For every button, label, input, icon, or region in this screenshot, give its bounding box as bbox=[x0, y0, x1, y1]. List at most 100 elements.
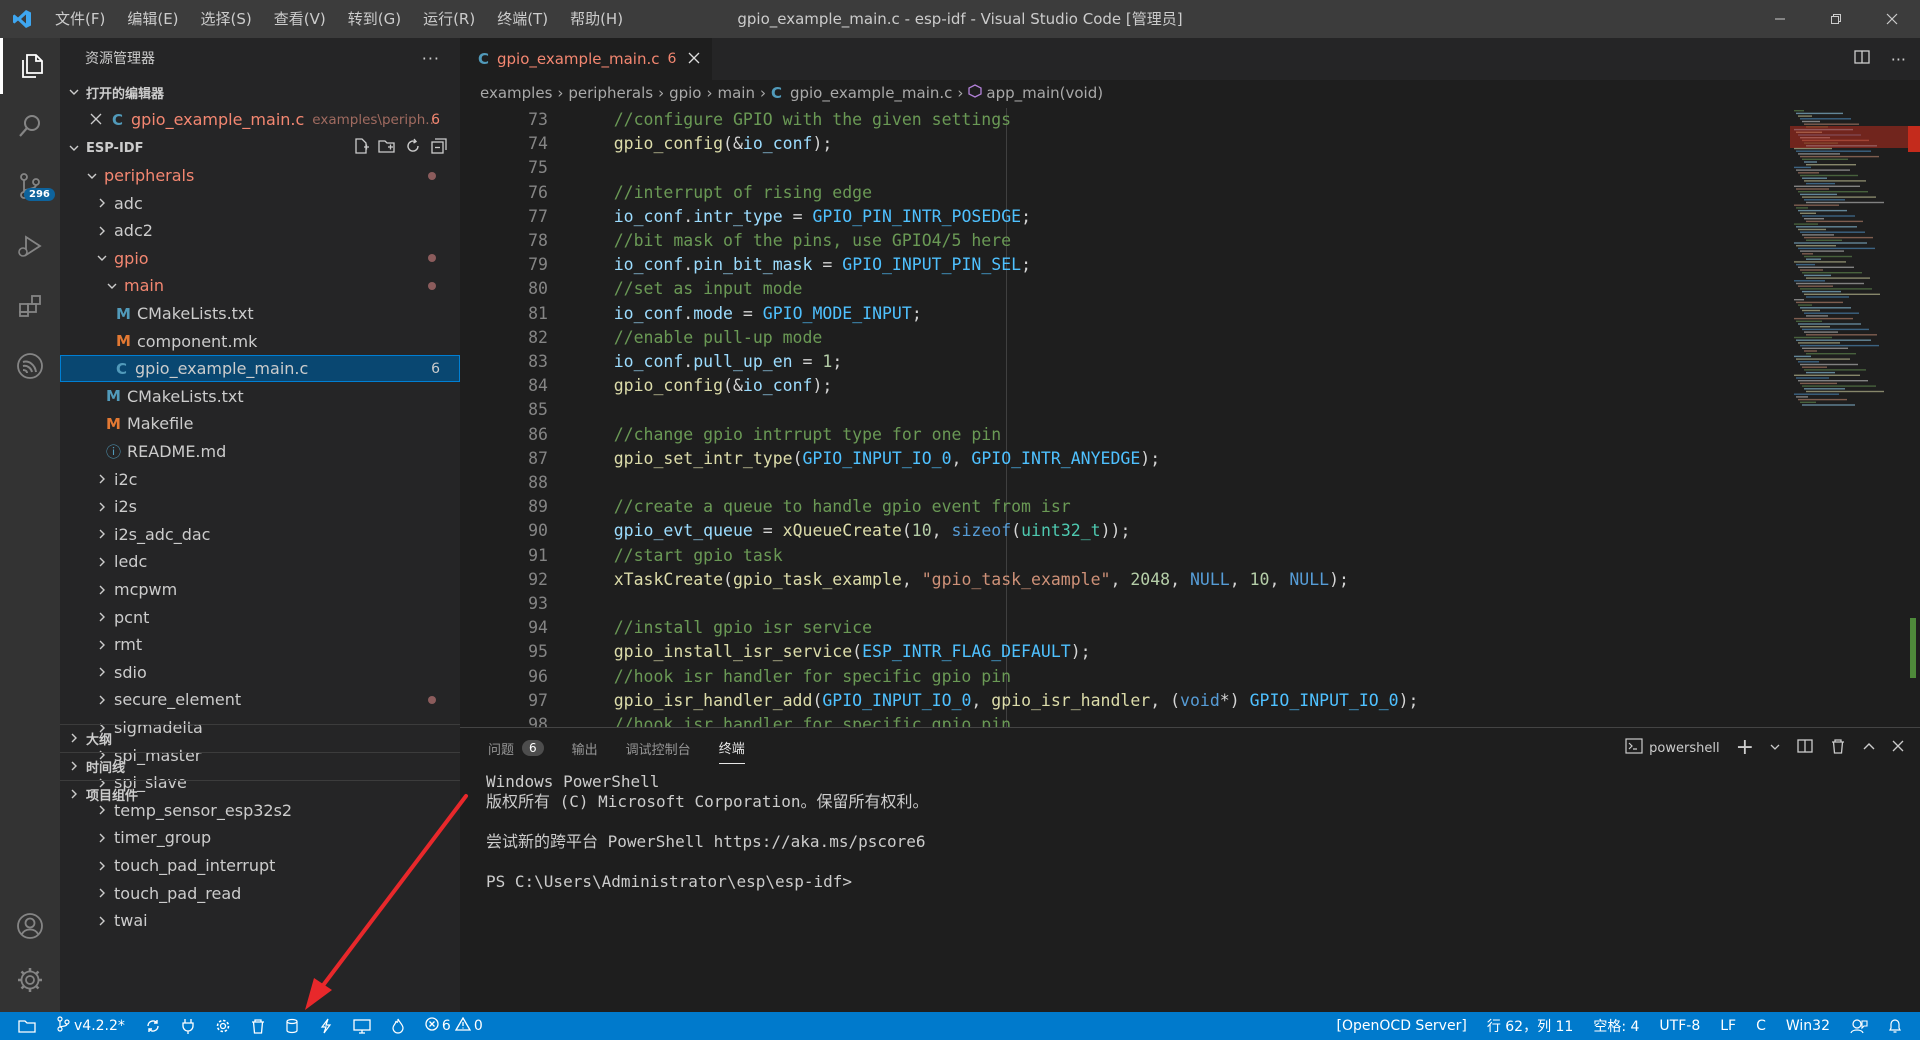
tree-item[interactable]: ledc bbox=[60, 548, 460, 575]
extensions-icon[interactable] bbox=[0, 278, 60, 334]
outline-section[interactable]: 大纲 bbox=[60, 724, 460, 752]
build-database-icon[interactable] bbox=[275, 1012, 309, 1040]
config-gear-icon[interactable] bbox=[205, 1012, 241, 1040]
menu-item-7[interactable]: 帮助(H) bbox=[559, 0, 634, 38]
full-clean-trash-icon[interactable] bbox=[241, 1012, 275, 1040]
feedback-icon[interactable] bbox=[1840, 1012, 1878, 1040]
cursor-position[interactable]: 行 62，列 11 bbox=[1477, 1012, 1584, 1040]
menu-item-4[interactable]: 转到(G) bbox=[337, 0, 412, 38]
tree-item[interactable]: ⓘ README.md bbox=[60, 438, 460, 465]
maximize-panel-icon[interactable] bbox=[1862, 739, 1876, 757]
account-icon[interactable] bbox=[0, 898, 60, 954]
menu-item-2[interactable]: 选择(S) bbox=[190, 0, 263, 38]
tree-item[interactable]: M CMakeLists.txt bbox=[60, 383, 460, 410]
tab-terminal[interactable]: 终端 bbox=[718, 738, 745, 764]
tree-item[interactable]: timer_group bbox=[60, 824, 460, 851]
refresh-icon[interactable] bbox=[404, 137, 422, 159]
close-panel-icon[interactable] bbox=[1892, 740, 1904, 756]
tree-item[interactable]: i2c bbox=[60, 466, 460, 493]
open-editors-section[interactable]: 打开的编辑器 bbox=[60, 78, 460, 106]
tree-item[interactable]: Mcomponent.mk bbox=[60, 328, 460, 355]
terminal-output[interactable]: Windows PowerShell 版权所有 (C) Microsoft Cor… bbox=[486, 772, 928, 892]
tree-item[interactable]: touch_pad_read bbox=[60, 880, 460, 907]
breadcrumb-item[interactable]: gpio_example_main.c bbox=[790, 84, 952, 102]
end-of-line[interactable]: LF bbox=[1710, 1012, 1746, 1040]
settings-gear-icon[interactable] bbox=[0, 952, 60, 1008]
tree-item[interactable]: M Makefile bbox=[60, 410, 460, 437]
restore-button[interactable] bbox=[1808, 0, 1864, 38]
tab-close-icon[interactable] bbox=[688, 50, 700, 68]
split-terminal-icon[interactable] bbox=[1796, 737, 1814, 759]
tree-item[interactable]: sdio bbox=[60, 659, 460, 686]
new-terminal-icon[interactable]: + bbox=[1736, 737, 1754, 759]
minimize-button[interactable] bbox=[1752, 0, 1808, 38]
language-mode[interactable]: C bbox=[1746, 1012, 1776, 1040]
tree-item[interactable]: touch_pad_interrupt bbox=[60, 852, 460, 879]
menu-item-0[interactable]: 文件(F) bbox=[44, 0, 116, 38]
breadcrumb-item[interactable]: gpio bbox=[669, 84, 701, 102]
breadcrumb-item[interactable]: app_main(void) bbox=[986, 84, 1103, 102]
source-control-icon[interactable]: 296 bbox=[0, 158, 60, 214]
tab-output[interactable]: 输出 bbox=[572, 739, 598, 758]
open-editor-item[interactable]: C gpio_example_main.c examples\periph...… bbox=[60, 106, 460, 133]
split-editor-icon[interactable] bbox=[1853, 48, 1871, 70]
project-components-section[interactable]: 项目组件 bbox=[60, 780, 460, 808]
minimap[interactable] bbox=[1790, 108, 1910, 438]
branch-indicator[interactable]: v4.2.2* bbox=[46, 1012, 135, 1040]
breadcrumb-item[interactable]: examples bbox=[480, 84, 552, 102]
new-file-icon[interactable] bbox=[352, 137, 370, 159]
tree-item[interactable]: secure_element bbox=[60, 686, 460, 713]
tree-item[interactable]: peripherals bbox=[60, 162, 460, 189]
problems-indicator[interactable]: 6 0 bbox=[415, 1012, 493, 1040]
tree-item[interactable]: pcnt bbox=[60, 604, 460, 631]
tree-item[interactable]: M CMakeLists.txt bbox=[60, 300, 460, 327]
menu-item-1[interactable]: 编辑(E) bbox=[116, 0, 189, 38]
breadcrumb-item[interactable]: peripherals bbox=[568, 84, 653, 102]
target-platform[interactable]: Win32 bbox=[1776, 1012, 1840, 1040]
notifications-bell-icon[interactable] bbox=[1878, 1012, 1920, 1040]
editor-scrollbar[interactable] bbox=[1906, 108, 1920, 727]
close-editor-icon[interactable] bbox=[90, 110, 102, 129]
build-flash-monitor-flame-icon[interactable] bbox=[381, 1012, 415, 1040]
code-view[interactable]: 73 //configure GPIO with the given setti… bbox=[460, 108, 1840, 727]
tree-item[interactable]: i2s_adc_dac bbox=[60, 521, 460, 548]
tree-item[interactable]: mcpwm bbox=[60, 576, 460, 603]
tree-item[interactable]: gpio bbox=[60, 245, 460, 272]
chevron-down-icon[interactable] bbox=[1770, 741, 1780, 756]
tree-item[interactable]: i2s bbox=[60, 493, 460, 520]
search-icon[interactable] bbox=[0, 98, 60, 154]
tab-problems[interactable]: 问题 6 bbox=[488, 739, 544, 758]
close-button[interactable] bbox=[1864, 0, 1920, 38]
more-actions-icon[interactable]: ··· bbox=[1891, 50, 1906, 69]
remote-icon[interactable] bbox=[0, 1012, 46, 1040]
workspace-root-section[interactable]: ESP-IDF bbox=[60, 134, 460, 162]
tab-debug-console[interactable]: 调试控制台 bbox=[626, 739, 691, 758]
run-debug-icon[interactable] bbox=[0, 218, 60, 274]
tree-item[interactable]: Cgpio_example_main.c 6 bbox=[60, 355, 460, 383]
more-actions-icon[interactable]: ··· bbox=[422, 49, 440, 68]
tree-item[interactable]: adc bbox=[60, 190, 460, 217]
flash-icon[interactable] bbox=[309, 1012, 343, 1040]
tree-item[interactable]: rmt bbox=[60, 631, 460, 658]
sync-icon[interactable] bbox=[135, 1012, 171, 1040]
tree-item[interactable]: main bbox=[60, 272, 460, 299]
terminal-selector[interactable]: powershell bbox=[1625, 738, 1720, 758]
explorer-icon[interactable] bbox=[0, 38, 60, 94]
trash-icon[interactable] bbox=[1830, 737, 1846, 759]
encoding[interactable]: UTF-8 bbox=[1649, 1012, 1710, 1040]
collapse-all-icon[interactable] bbox=[430, 137, 448, 159]
plug-icon[interactable] bbox=[171, 1012, 205, 1040]
indentation[interactable]: 空格: 4 bbox=[1583, 1012, 1649, 1040]
espressif-icon[interactable] bbox=[0, 338, 60, 394]
tree-item[interactable]: twai bbox=[60, 907, 460, 934]
timeline-section[interactable]: 时间线 bbox=[60, 752, 460, 780]
tree-item[interactable]: adc2 bbox=[60, 217, 460, 244]
new-folder-icon[interactable] bbox=[378, 137, 396, 159]
menu-item-6[interactable]: 终端(T) bbox=[486, 0, 559, 38]
breadcrumb-item[interactable]: main bbox=[717, 84, 754, 102]
openocd-server-status[interactable]: [OpenOCD Server] bbox=[1327, 1012, 1477, 1040]
tab-gpio-example-main[interactable]: C gpio_example_main.c 6 bbox=[460, 38, 713, 80]
monitor-icon[interactable] bbox=[343, 1012, 381, 1040]
menu-item-5[interactable]: 运行(R) bbox=[412, 0, 486, 38]
menu-item-3[interactable]: 查看(V) bbox=[263, 0, 337, 38]
